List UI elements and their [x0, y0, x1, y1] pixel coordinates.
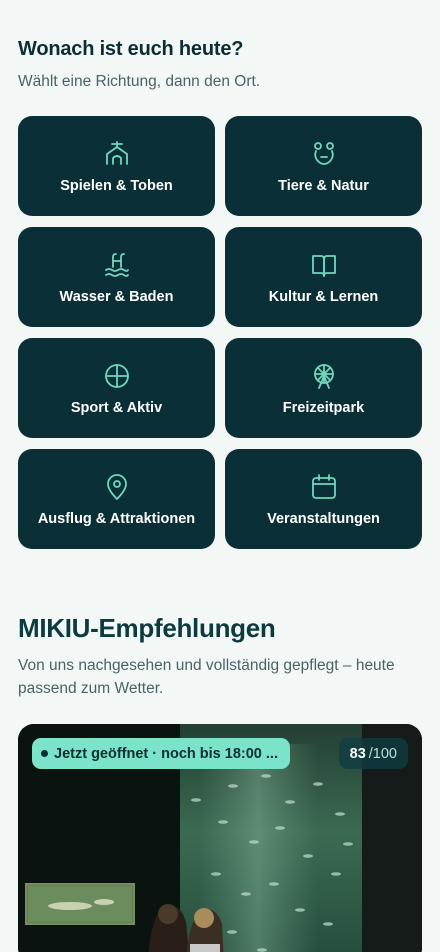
category-label: Kultur & Lernen: [268, 289, 379, 305]
category-tile-freizeitpark[interactable]: Freizeitpark: [225, 338, 422, 438]
score-max: /100: [368, 745, 397, 762]
category-tile-kultur[interactable]: Kultur & Lernen: [225, 227, 422, 327]
category-label: Sport & Aktiv: [70, 400, 163, 416]
page: Wonach ist euch heute? Wählt eine Richtu…: [0, 0, 440, 952]
ball-icon: [104, 364, 129, 388]
playground-icon: [105, 141, 128, 165]
category-label: Ausflug & Attraktionen: [37, 511, 196, 527]
question-title: Wonach ist euch heute?: [18, 38, 244, 60]
pool-icon: [104, 253, 129, 277]
book-icon: [311, 255, 336, 277]
category-label: Veranstaltungen: [267, 511, 380, 527]
category-tile-ausflug[interactable]: Ausflug & Attraktionen: [18, 449, 215, 549]
open-status-text: Jetzt geöffnet · noch bis 18:00 ...: [54, 745, 278, 762]
category-grid: Spielen & Toben Tiere & Natur Wasser & B…: [18, 116, 422, 549]
animal-icon: [313, 142, 334, 165]
category-label: Tiere & Natur: [278, 178, 369, 194]
category-tile-veranstaltungen[interactable]: Veranstaltungen: [225, 449, 422, 549]
category-tile-wasser[interactable]: Wasser & Baden: [18, 227, 215, 327]
score-badge: 83 /100: [338, 738, 408, 769]
map-pin-icon: [106, 474, 127, 500]
category-label: Freizeitpark: [282, 400, 365, 416]
category-tile-tiere[interactable]: Tiere & Natur: [225, 116, 422, 216]
recommendation-card[interactable]: Jetzt geöffnet · noch bis 18:00 ... 83 /…: [18, 724, 422, 952]
question-subtitle: Wählt eine Richtung, dann den Ort.: [18, 73, 261, 90]
recommendations-title: MIKIU-Empfehlungen: [18, 613, 276, 643]
category-tile-spielen[interactable]: Spielen & Toben: [18, 116, 215, 216]
calendar-icon: [311, 474, 336, 499]
open-status-badge: Jetzt geöffnet · noch bis 18:00 ...: [32, 738, 290, 769]
category-label: Wasser & Baden: [59, 289, 174, 305]
recommendations-subtitle: Von uns nachgesehen und vollständig gepf…: [18, 657, 395, 697]
score-value: 83: [349, 745, 366, 762]
ferris-wheel-icon: [313, 364, 334, 389]
category-tile-sport[interactable]: Sport & Aktiv: [18, 338, 215, 438]
category-label: Spielen & Toben: [60, 178, 173, 194]
status-dot: [41, 750, 48, 757]
